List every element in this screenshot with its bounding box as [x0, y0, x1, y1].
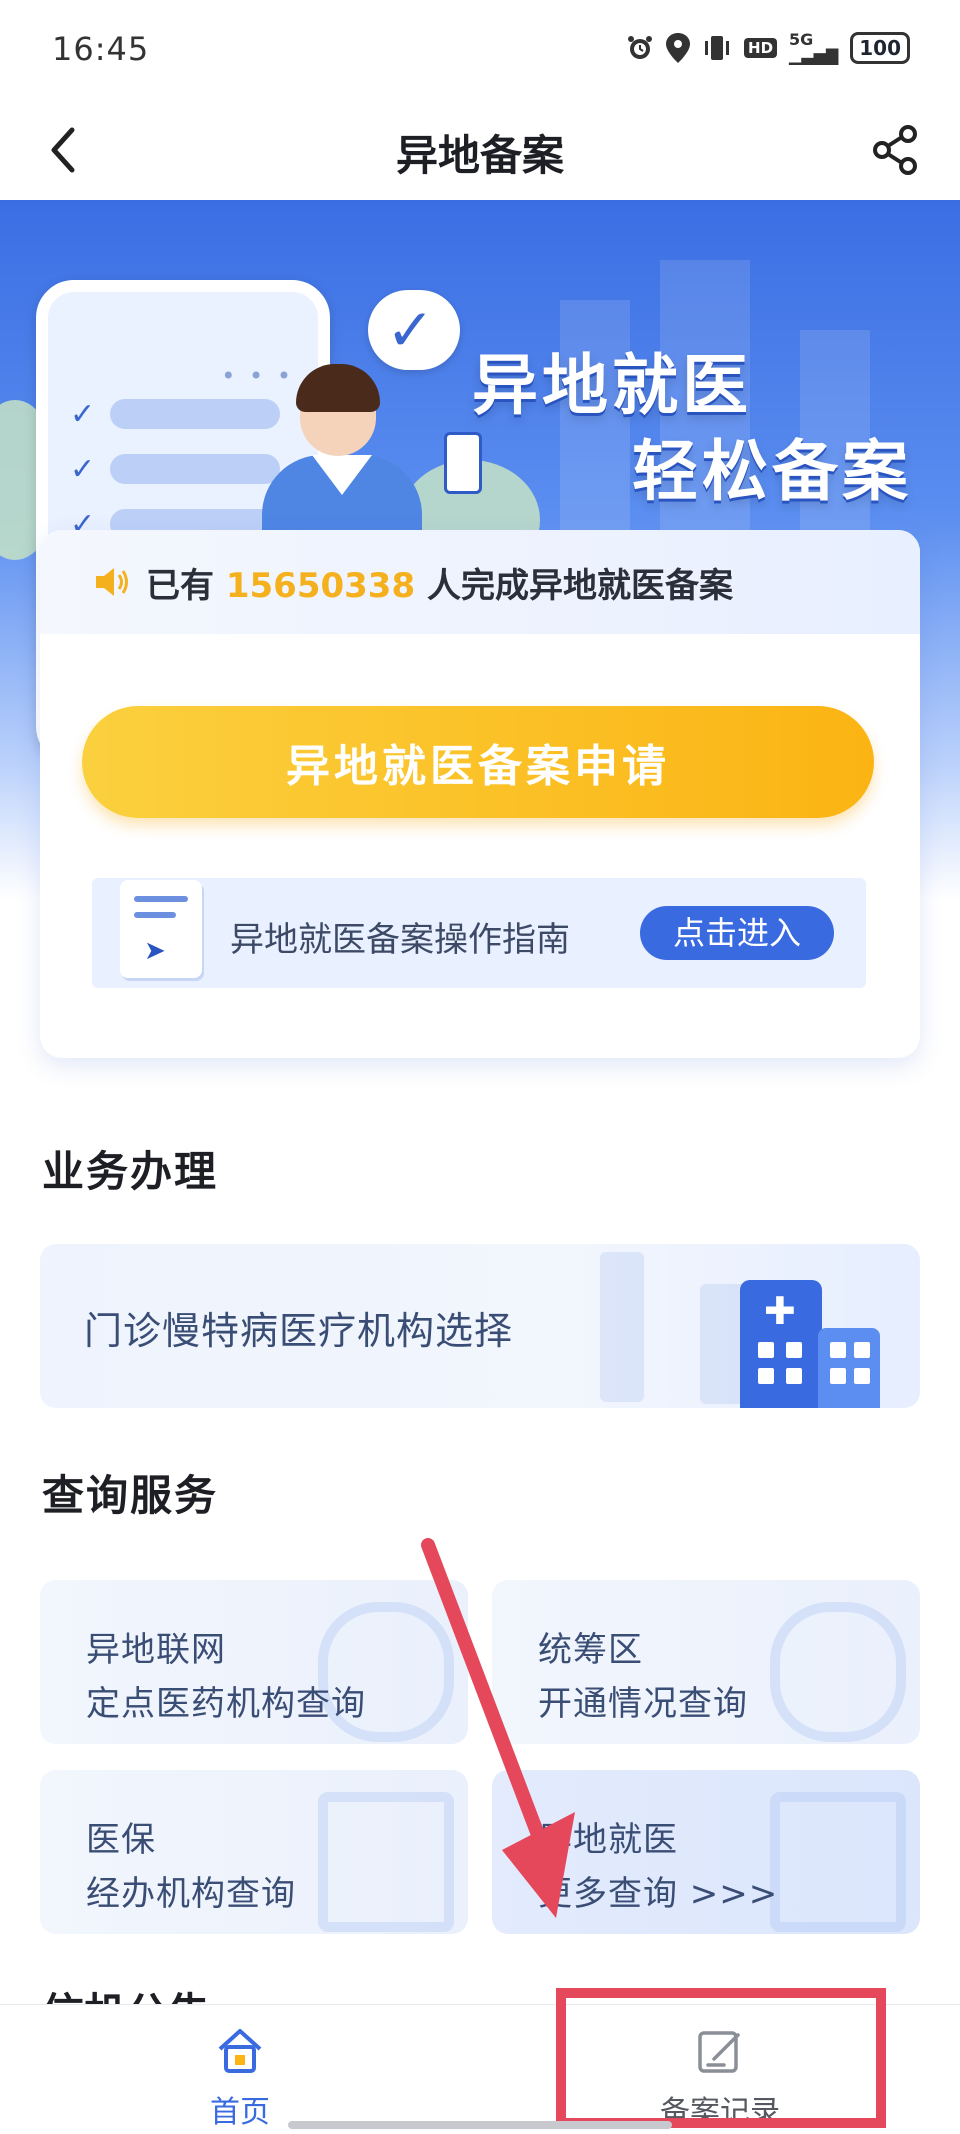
hospital-annex-icon [818, 1328, 880, 1408]
layers-watermark-icon [318, 1792, 454, 1932]
hospital-icon: ✚ [740, 1280, 822, 1408]
status-icons: HD 5G ▁▃▅▇ 100 [626, 32, 910, 64]
query-line2: 更多查询 >>> [538, 1874, 779, 1914]
network-type: 5G [789, 30, 814, 49]
check-icon: ✓ [70, 451, 96, 487]
home-indicator[interactable] [288, 2121, 672, 2129]
operation-guide-banner[interactable]: ➤ 异地就医备案操作指南 点击进入 [92, 878, 866, 988]
exit-watermark-icon [770, 1792, 906, 1932]
notice-suffix: 人完成异地就医备案 [426, 565, 733, 606]
query-line2: 开通情况查询 [538, 1684, 748, 1724]
location-icon [666, 33, 691, 63]
notice-text: 已有 15650338 人完成异地就医备案 [146, 558, 733, 607]
location-watermark-icon [770, 1602, 906, 1742]
query-agency[interactable]: 医保 经办机构查询 [40, 1770, 468, 1934]
alarm-icon [628, 36, 653, 59]
guide-label: 异地就医备案操作指南 [230, 920, 570, 960]
status-time: 16:45 [52, 30, 150, 68]
section-title-business: 业务办理 [42, 1147, 219, 1196]
query-line2: 定点医药机构查询 [86, 1684, 366, 1724]
notice-prefix: 已有 [146, 565, 214, 606]
page-title: 异地备案 [395, 131, 564, 180]
notice-bar: 已有 15650338 人完成异地就医备案 [40, 530, 920, 634]
filing-count: 15650338 [225, 565, 416, 606]
hero-title-line1: 异地就医 [472, 347, 752, 424]
query-pooling-area[interactable]: 统筹区 开通情况查询 [492, 1580, 920, 1744]
home-icon [218, 2029, 262, 2073]
cursor-arrow-icon: ➤ [144, 936, 166, 966]
share-icon[interactable] [868, 122, 924, 178]
hand-phone-icon [444, 432, 482, 494]
status-bar: 16:45 HD 5G ▁▃▅▇ 100 [0, 0, 960, 100]
document-icon: ➤ [120, 880, 202, 978]
query-line1: 医保 [86, 1820, 156, 1860]
chronic-disease-institution-card[interactable]: 门诊慢特病医疗机构选择 ✚ [40, 1244, 920, 1408]
checklist-row: ✓ [70, 451, 280, 487]
checklist-row: ✓ [70, 396, 280, 432]
dots-icon: • • • [221, 362, 294, 390]
speaker-icon [96, 568, 128, 596]
chronic-disease-label: 门诊慢特病医疗机构选择 [84, 1309, 514, 1353]
vibrate-icon [705, 36, 730, 60]
query-line1: 异地联网 [86, 1630, 226, 1670]
section-title-query: 查询服务 [42, 1471, 219, 1520]
hero-title-line2: 轻松备案 [632, 433, 912, 510]
check-icon: ✓ [70, 396, 96, 432]
apply-filing-button[interactable]: 异地就医备案申请 [82, 706, 874, 818]
battery-icon: 100 [850, 32, 910, 64]
check-bubble-icon: ✓ [368, 290, 460, 370]
annotation-highlight-box [556, 1988, 886, 2128]
query-line2: 经办机构查询 [86, 1874, 296, 1914]
hd-badge: HD [744, 38, 778, 58]
tab-home[interactable]: 首页 [0, 2005, 480, 2134]
signal-icon: 5G ▁▃▅▇ [789, 30, 839, 65]
filing-card: 已有 15650338 人完成异地就医备案 异地就医备案申请 ➤ 异地就医备案操… [40, 530, 920, 1058]
query-more[interactable]: 异地就医 更多查询 >>> [492, 1770, 920, 1934]
query-networked-institutions[interactable]: 异地联网 定点医药机构查询 [40, 1580, 468, 1744]
nav-bar: 异地备案 [0, 100, 960, 200]
enter-guide-button[interactable]: 点击进入 [640, 906, 834, 960]
query-line1: 异地就医 [538, 1820, 678, 1860]
query-line1: 统筹区 [538, 1630, 643, 1670]
